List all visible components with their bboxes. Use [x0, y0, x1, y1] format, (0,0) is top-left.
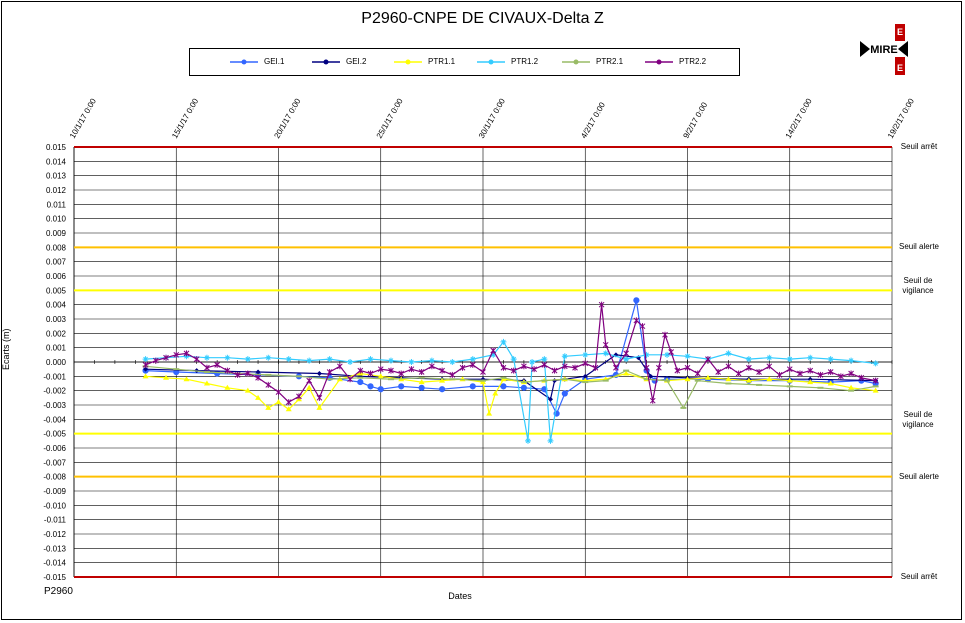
x-axis-label: Dates	[448, 591, 472, 601]
y-tick-label: -0.010	[43, 501, 66, 510]
threshold-label: Seuil de vigilance	[902, 276, 934, 296]
data-point-gei-1	[439, 386, 446, 393]
y-tick-label: 0.001	[46, 344, 67, 353]
y-tick-label: 0.003	[46, 315, 67, 324]
y-tick-label: 0.002	[46, 329, 67, 338]
data-point-gei-1	[367, 383, 374, 390]
y-tick-label: -0.002	[43, 387, 66, 396]
y-tick-label: -0.012	[43, 530, 66, 539]
threshold-label: Seuil arrêt	[900, 142, 938, 151]
x-tick-label: 9/2/17 0:00	[681, 100, 709, 140]
y-tick-label: -0.008	[43, 473, 66, 482]
y-tick-label: 0.013	[46, 172, 67, 181]
y-tick-label: -0.013	[43, 544, 66, 553]
data-point-gei-1	[561, 390, 568, 397]
y-tick-label: 0.004	[46, 301, 67, 310]
y-tick-label: 0.005	[46, 286, 67, 295]
x-tick-label: 25/1/17 0:00	[375, 96, 405, 140]
y-tick-label: 0.007	[46, 258, 67, 267]
x-tick-label: 15/1/17 0:00	[170, 96, 200, 140]
footer-label: P2960	[44, 586, 73, 597]
y-tick-label: -0.011	[44, 516, 67, 525]
threshold-label: Seuil alerte	[898, 242, 940, 252]
data-point-gei-1	[398, 383, 405, 390]
y-tick-label: -0.014	[43, 559, 66, 568]
threshold-label: Seuil de vigilance	[902, 409, 934, 429]
y-tick-label: 0.009	[46, 229, 67, 238]
x-tick-label: 10/1/17 0:00	[68, 96, 98, 140]
y-tick-label: 0.011	[47, 200, 67, 209]
y-tick-label: -0.015	[43, 573, 66, 582]
y-tick-label: 0.012	[46, 186, 67, 195]
data-point-gei-1	[377, 386, 384, 393]
y-tick-label: -0.007	[43, 458, 66, 467]
y-tick-label: 0.014	[46, 157, 67, 166]
data-point-gei-1	[520, 384, 528, 391]
data-point-gei-1	[633, 297, 640, 304]
x-tick-label: 4/2/17 0:00	[579, 100, 607, 140]
y-tick-label: 0.008	[46, 243, 67, 252]
threshold-label: Seuil arrêt	[900, 572, 938, 581]
data-point-gei-1	[469, 383, 476, 390]
data-point-gei-1	[357, 378, 364, 386]
x-tick-label: 14/2/17 0:00	[784, 96, 814, 140]
y-tick-label: -0.001	[43, 372, 66, 381]
data-point-gei-1	[500, 383, 507, 390]
y-tick-label: -0.006	[43, 444, 66, 453]
y-tick-label: 0.010	[46, 215, 67, 224]
y-tick-label: 0.015	[46, 143, 67, 152]
chart-plot: 0.015 0.014 0.013 0.012 0.011 0.010 0.009 0.008…	[43, 96, 916, 582]
x-tick-label: 20/1/17 0:00	[272, 96, 302, 140]
y-tick-label: -0.009	[43, 487, 66, 496]
y-tick-label: -0.003	[43, 401, 66, 410]
y-tick-label: -0.005	[43, 430, 66, 439]
x-tick-label: 19/2/17 0:00	[886, 96, 916, 140]
y-tick-label: -0.004	[43, 415, 66, 424]
threshold-label: Seuil alerte	[898, 471, 940, 481]
data-point-gei-1	[418, 384, 425, 391]
y-axis-label: Ecarts (m)	[1, 328, 11, 371]
y-tick-label: 0.000	[46, 358, 67, 367]
y-tick-label: 0.006	[46, 272, 67, 281]
x-tick-label: 30/1/17 0:00	[477, 96, 507, 140]
